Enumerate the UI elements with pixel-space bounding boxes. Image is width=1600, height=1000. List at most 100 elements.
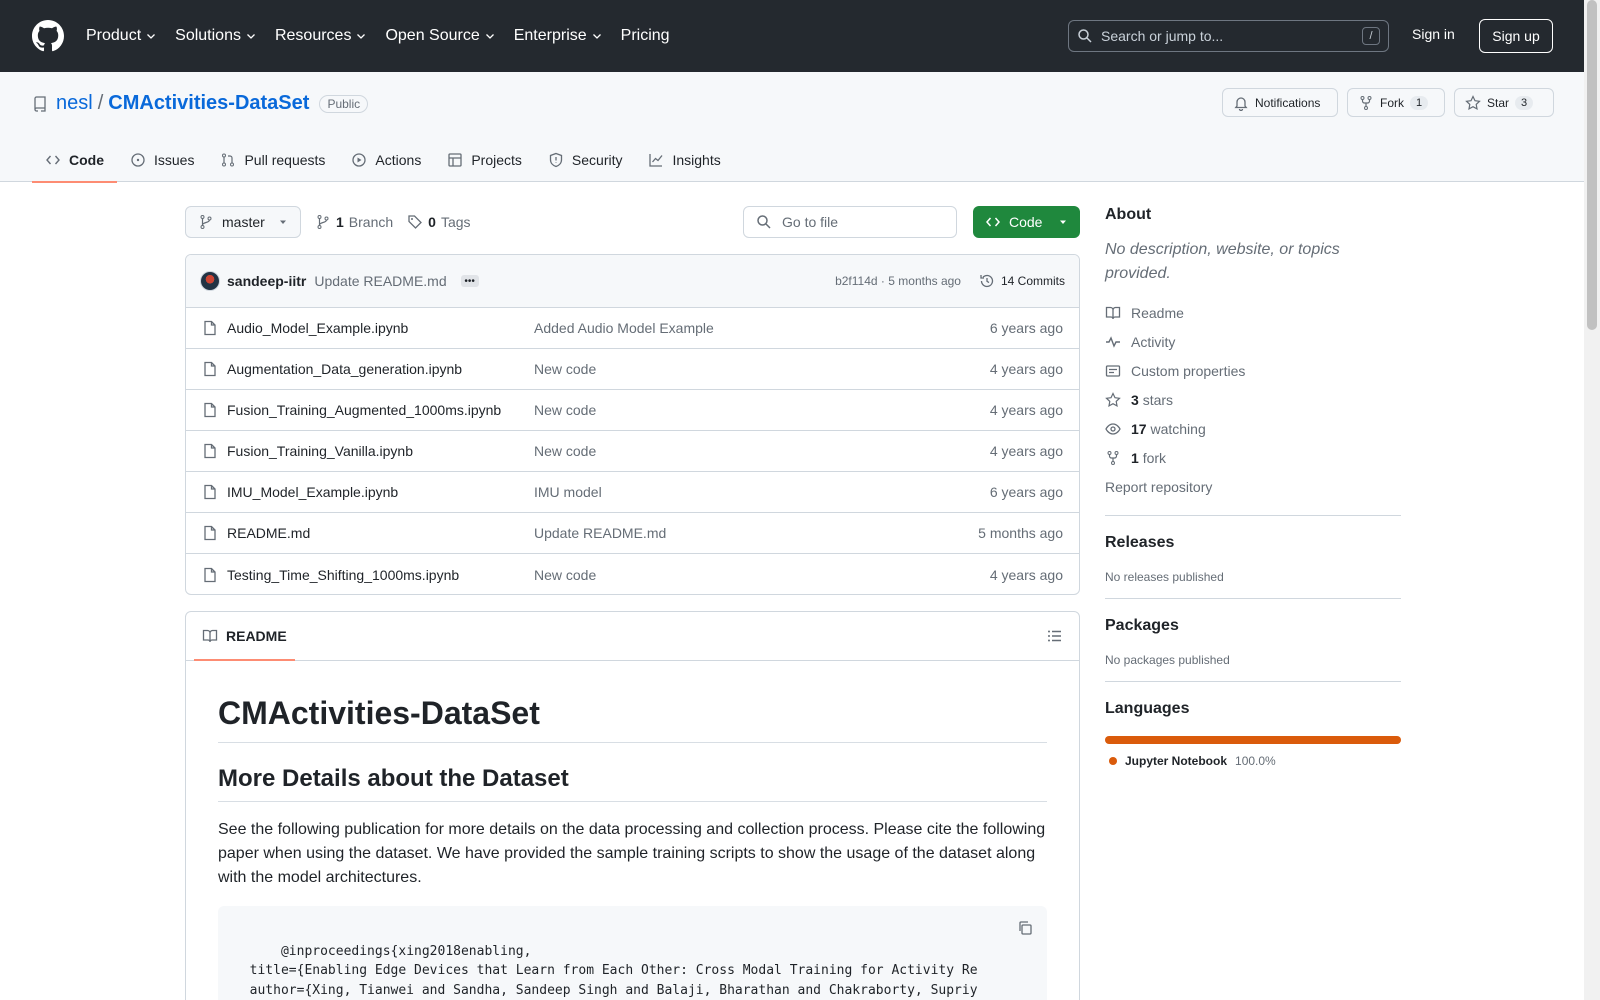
tab-projects[interactable]: Projects (434, 138, 535, 182)
language-item[interactable]: Jupyter Notebook 100.0% (1105, 754, 1401, 768)
releases-title[interactable]: Releases (1105, 534, 1401, 552)
copy-icon[interactable] (1017, 920, 1033, 936)
ellipsis-icon[interactable]: ••• (460, 275, 479, 287)
watching-link[interactable]: 17 watching (1105, 414, 1401, 443)
file-commit-message[interactable]: IMU model (534, 484, 990, 500)
report-repository-link[interactable]: Report repository (1105, 472, 1401, 501)
star-button[interactable]: Star 3 (1454, 88, 1554, 117)
languages-title: Languages (1105, 700, 1190, 717)
file-icon (204, 484, 216, 500)
scrollbar-thumb[interactable] (1587, 0, 1597, 330)
file-link[interactable]: Audio_Model_Example.ipynb (202, 320, 534, 336)
file-commit-message[interactable]: Update README.md (534, 525, 978, 541)
file-link[interactable]: Fusion_Training_Vanilla.ipynb (202, 443, 534, 459)
forks-count: 1 (1131, 449, 1139, 466)
fork-icon (1360, 95, 1372, 110)
packages-text: No packages published (1105, 653, 1230, 667)
file-commit-message[interactable]: New code (534, 361, 990, 377)
file-link[interactable]: README.md (202, 525, 534, 541)
nav-product-label: Product (86, 27, 142, 44)
nav-solutions[interactable]: Solutions (175, 27, 257, 45)
tab-code-label: Code (69, 152, 104, 168)
go-to-file-input[interactable]: Go to file (743, 206, 957, 238)
readme-tab[interactable]: README (194, 612, 295, 661)
file-commit-message[interactable]: New code (534, 443, 990, 459)
repo-owner-link[interactable]: nesl (56, 92, 93, 115)
tag-icon (408, 215, 423, 229)
nav-resources[interactable]: Resources (275, 27, 367, 45)
custom-properties-link[interactable]: Custom properties (1105, 356, 1401, 385)
nav-open-source[interactable]: Open Source (385, 27, 495, 45)
file-icon (204, 567, 216, 582)
shield-icon (549, 152, 563, 168)
sign-in-link[interactable]: Sign in (1412, 26, 1455, 42)
code-button[interactable]: Code (973, 206, 1080, 238)
avatar[interactable] (200, 271, 220, 291)
commit-hash-age[interactable]: b2f114d · 5 months ago (835, 274, 961, 288)
readme-link-label: Readme (1131, 304, 1184, 321)
notifications-button[interactable]: Notifications (1222, 88, 1338, 117)
file-link[interactable]: Fusion_Training_Augmented_1000ms.ipynb (202, 402, 534, 418)
pull-request-icon (222, 153, 235, 167)
tab-pull-requests-label: Pull requests (244, 152, 326, 168)
list-icon[interactable] (1047, 628, 1063, 644)
activity-link[interactable]: Activity (1105, 327, 1401, 356)
branches-link[interactable]: 1 Branch (315, 214, 393, 230)
file-icon (204, 320, 216, 336)
readme-panel: README CMActivities-DataSet More Details… (185, 611, 1080, 1000)
readme-link[interactable]: Readme (1105, 298, 1401, 327)
tab-projects-label: Projects (471, 152, 522, 168)
readme-tab-label: README (226, 628, 287, 644)
nav-pricing[interactable]: Pricing (621, 27, 670, 45)
tab-insights[interactable]: Insights (635, 138, 733, 182)
file-name: Audio_Model_Example.ipynb (227, 320, 409, 336)
file-commit-date: 4 years ago (989, 402, 1063, 418)
file-commit-message[interactable]: New code (534, 402, 990, 418)
file-link[interactable]: IMU_Model_Example.ipynb (202, 484, 534, 500)
commits-link[interactable]: 14 Commits (979, 273, 1065, 289)
language-color-dot (1109, 757, 1117, 765)
sign-up-button[interactable]: Sign up (1479, 19, 1553, 53)
packages-title[interactable]: Packages (1105, 617, 1401, 635)
page-scrollbar[interactable] (1584, 0, 1600, 1000)
readme-paragraph: See the following publication for more d… (218, 821, 1046, 886)
chevron-down-icon (485, 34, 494, 39)
file-name: Testing_Time_Shifting_1000ms.ipynb (227, 566, 460, 583)
tab-security-label: Security (571, 152, 623, 168)
file-link[interactable]: Augmentation_Data_generation.ipynb (202, 361, 534, 377)
tab-code[interactable]: Code (32, 138, 117, 183)
file-commit-message[interactable]: Added Audio Model Example (534, 320, 990, 336)
branch-selector[interactable]: master (185, 206, 301, 238)
stars-link[interactable]: 3 stars (1105, 385, 1401, 414)
search-input[interactable]: Search or jump to... / (1068, 20, 1389, 52)
commit-message-link[interactable]: Update README.md (314, 273, 446, 289)
file-list: Audio_Model_Example.ipynb Added Audio Mod… (186, 308, 1079, 594)
forks-link[interactable]: 1 fork (1105, 443, 1401, 472)
tab-actions[interactable]: Actions (338, 138, 434, 182)
tab-security[interactable]: Security (535, 138, 636, 182)
readme-header: README (186, 612, 1079, 661)
commit-author-link[interactable]: sandeep-iitr (227, 273, 306, 289)
tab-pull-requests[interactable]: Pull requests (207, 138, 338, 182)
tab-actions-label: Actions (375, 152, 422, 168)
commits-label: 14 Commits (1000, 274, 1065, 288)
nav-enterprise[interactable]: Enterprise (514, 27, 603, 45)
search-icon (1078, 29, 1092, 43)
nav-enterprise-label: Enterprise (513, 27, 587, 44)
file-name: IMU_Model_Example.ipynb (227, 484, 399, 500)
fork-button[interactable]: Fork 1 (1347, 88, 1445, 117)
github-logo-icon[interactable] (32, 20, 64, 52)
tab-issues[interactable]: Issues (117, 138, 207, 182)
notifications-label: Notifications (1255, 95, 1321, 110)
repo-name-link[interactable]: CMActivities-DataSet (108, 92, 309, 115)
file-link[interactable]: Testing_Time_Shifting_1000ms.ipynb (202, 567, 534, 583)
branch-name: master (222, 214, 265, 230)
repo-title: nesl / CMActivities-DataSet Public (32, 92, 369, 115)
file-commit-date: 6 years ago (989, 320, 1063, 336)
tags-link[interactable]: 0 Tags (407, 214, 471, 230)
branch-count: 1 (336, 214, 344, 230)
file-commit-date: 4 years ago (989, 361, 1063, 377)
file-commit-message[interactable]: New code (534, 567, 990, 583)
nav-product[interactable]: Product (86, 27, 157, 45)
caret-down-icon (1060, 220, 1066, 224)
